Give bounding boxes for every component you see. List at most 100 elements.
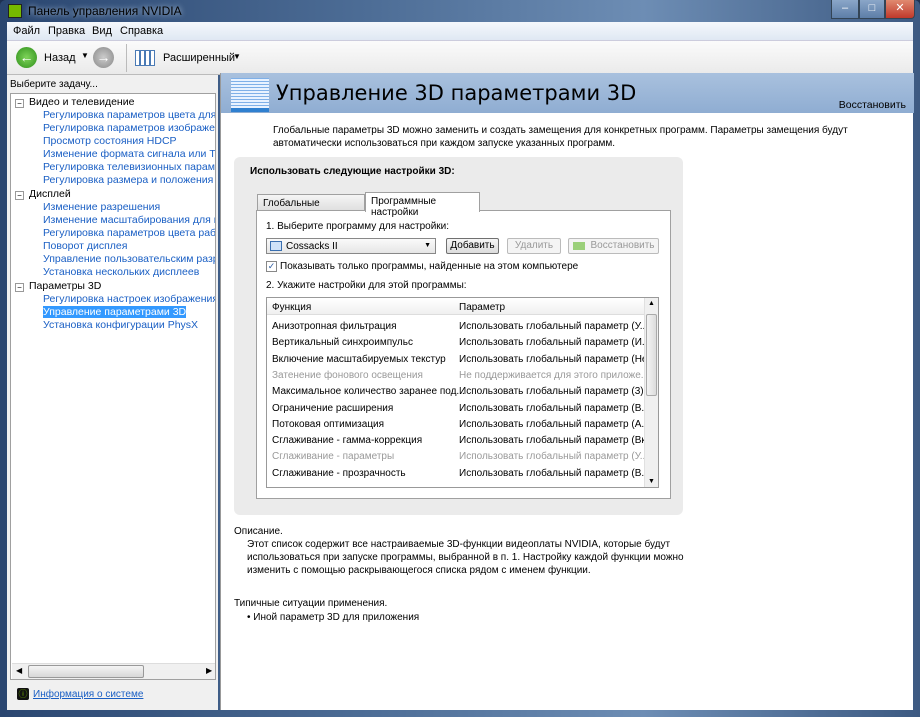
toolbar-divider: [126, 44, 127, 72]
function-cell: Сглаживание - параметры: [272, 451, 395, 463]
scroll-down-icon[interactable]: ▼: [648, 478, 655, 485]
program-value: Cossacks II: [286, 241, 338, 252]
settings-group: Использовать следующие настройки 3D: Гло…: [234, 157, 683, 515]
tree-item[interactable]: Управление пользовательским разрешением: [43, 253, 215, 265]
menu-edit[interactable]: Правка: [48, 25, 85, 37]
table-row[interactable]: Сглаживание - параметры Использовать глоб…: [267, 448, 648, 464]
back-dropdown-icon[interactable]: ▼: [81, 51, 89, 60]
add-program-button[interactable]: Добавить: [446, 238, 499, 254]
collapse-icon[interactable]: −: [15, 283, 24, 292]
restore-defaults-link[interactable]: Восстановить: [839, 99, 906, 111]
parameter-cell[interactable]: Использовать глобальный параметр (Нет): [459, 354, 655, 365]
close-button[interactable]: ✕: [885, 0, 915, 19]
nvidia-icon: [573, 242, 585, 250]
tree-item[interactable]: Регулировка настроек изображения с просм…: [43, 293, 215, 305]
view-dropdown-icon[interactable]: ▼: [233, 52, 241, 61]
group-label: Использовать следующие настройки 3D:: [250, 166, 455, 177]
tree-item[interactable]: Изменение масштабирования для мониторов: [43, 214, 215, 226]
function-cell: Затенение фонового освещения: [272, 369, 423, 381]
scroll-up-icon[interactable]: ▲: [648, 300, 655, 307]
scroll-left-icon[interactable]: ◀: [16, 666, 22, 675]
tree-item[interactable]: Регулировка параметров цвета для видео: [43, 109, 215, 121]
tab-program-settings[interactable]: Программные настройки: [365, 192, 480, 218]
parameter-cell[interactable]: Использовать глобальный параметр (А...: [459, 419, 650, 430]
minimize-button[interactable]: –: [831, 0, 859, 19]
intro-text: Глобальные параметры 3D можно заменить и…: [273, 125, 848, 149]
table-row[interactable]: Максимальное количество заранее под... Ис…: [267, 383, 644, 399]
parameter-cell[interactable]: Не поддерживается для этого приложе...: [459, 370, 649, 381]
tree-item[interactable]: Регулировка размера и положения экрана: [43, 174, 215, 186]
tree-item[interactable]: Просмотр состояния HDCP: [43, 135, 177, 147]
parameter-cell[interactable]: Использовать глобальный параметр (Вкл): [459, 435, 655, 446]
function-cell: Сглаживание - гамма-коррекция: [272, 435, 423, 447]
parameter-cell[interactable]: Использовать глобальный параметр (И...: [459, 337, 650, 348]
scroll-right-icon[interactable]: ▶: [206, 666, 212, 675]
table-row[interactable]: Вертикальный синхроимпульс Использовать г…: [267, 334, 650, 350]
parameter-cell[interactable]: Использовать глобальный параметр (3): [459, 386, 644, 397]
horizontal-scrollbar[interactable]: ◀ ▶: [12, 663, 215, 679]
back-arrow-icon[interactable]: ←: [16, 47, 37, 68]
table-header: Функция Параметр: [267, 299, 644, 315]
step2-label: 2. Укажите настройки для этой программы:: [266, 280, 467, 291]
view-mode-button[interactable]: Расширенный: [163, 52, 235, 64]
menu-view[interactable]: Вид: [92, 25, 112, 37]
scroll-thumb[interactable]: [646, 314, 657, 396]
settings-table: Функция Параметр Анизотропная фильтрация…: [266, 297, 659, 488]
table-row[interactable]: Сглаживание - гамма-коррекция Использоват…: [267, 432, 655, 448]
tree-item[interactable]: Регулировка параметров изображения для в…: [43, 122, 215, 134]
tree-item[interactable]: Поворот дисплея: [43, 240, 127, 252]
menu-help[interactable]: Справка: [120, 25, 163, 37]
tree-item[interactable]: Изменение формата сигнала или ТВЧ: [43, 148, 215, 160]
step1-label: 1. Выберите программу для настройки:: [266, 221, 450, 232]
table-row[interactable]: Включение масштабируемых текстур Использо…: [267, 351, 655, 367]
table-row[interactable]: Сглаживание - прозрачность Использовать г…: [267, 465, 650, 481]
function-cell: Анизотропная фильтрация: [272, 321, 397, 332]
column-header-function[interactable]: Функция: [272, 302, 311, 313]
column-header-parameter[interactable]: Параметр: [459, 302, 505, 313]
table-row[interactable]: Потоковая оптимизация Использовать глобал…: [267, 416, 650, 432]
tree-item[interactable]: Регулировка параметров цвета рабочего ст…: [43, 227, 215, 239]
parameter-cell[interactable]: Использовать глобальный параметр (У...: [459, 451, 648, 462]
tab-global-settings[interactable]: Глобальные параметры: [257, 194, 365, 220]
page-header: Управление 3D параметрами 3D Восстановит…: [221, 73, 914, 113]
collapse-icon[interactable]: −: [15, 191, 24, 200]
collapse-icon[interactable]: −: [15, 99, 24, 108]
parameter-cell[interactable]: Использовать глобальный параметр (В...: [459, 468, 650, 479]
forward-arrow-icon[interactable]: →: [93, 47, 114, 68]
function-cell: Сглаживание - прозрачность: [272, 467, 406, 479]
view-mode-icon[interactable]: [135, 50, 155, 66]
back-button[interactable]: Назад: [44, 52, 76, 64]
table-row[interactable]: Ограничение расширения Использовать глоба…: [267, 400, 650, 416]
tree-item[interactable]: Изменение разрешения: [43, 201, 160, 213]
table-row[interactable]: Затенение фонового освещения Не поддержив…: [267, 367, 649, 383]
table-row[interactable]: Анизотропная фильтрация Использовать глоб…: [267, 318, 648, 334]
parameter-cell[interactable]: Использовать глобальный параметр (В...: [459, 403, 650, 414]
description-label: Описание.: [234, 526, 283, 537]
show-only-checkbox[interactable]: ✓: [266, 261, 277, 272]
title-bar[interactable]: Панель управления NVIDIA – □ ✕: [0, 0, 920, 22]
vertical-scrollbar[interactable]: ▲ ▼: [644, 298, 658, 487]
parameter-cell[interactable]: Использовать глобальный параметр (У...: [459, 321, 648, 332]
tree-item[interactable]: Установка нескольких дисплеев: [43, 266, 199, 278]
tree-category-3d[interactable]: Параметры 3D: [29, 280, 101, 292]
description-text: Этот список содержит все настраиваемые 3…: [247, 539, 684, 576]
program-icon: [270, 241, 282, 251]
menu-file[interactable]: Файл: [13, 25, 40, 37]
tree-category-display[interactable]: Дисплей: [29, 188, 71, 200]
menu-bar: Файл Правка Вид Справка: [7, 22, 913, 41]
system-info-link[interactable]: Информация о системе: [33, 689, 143, 700]
maximize-button[interactable]: □: [859, 0, 885, 19]
restore-program-button[interactable]: Восстановить: [568, 238, 659, 254]
program-select[interactable]: Cossacks II ▼: [266, 238, 436, 254]
tree-item[interactable]: Установка конфигурации PhysX: [43, 319, 198, 331]
tree-item[interactable]: Регулировка телевизионных параметров: [43, 161, 215, 173]
function-cell: Ограничение расширения: [272, 402, 394, 414]
remove-program-button[interactable]: Удалить: [507, 238, 561, 254]
restore-program-label: Восстановить: [590, 240, 655, 251]
nvidia-app-icon: [8, 4, 22, 18]
tree-item-selected[interactable]: Управление параметрами 3D: [43, 306, 187, 318]
scroll-thumb[interactable]: [28, 665, 144, 678]
content-pane: Управление 3D параметрами 3D Восстановит…: [220, 73, 914, 710]
function-cell: Включение масштабируемых текстур: [272, 353, 446, 365]
tree-category-video[interactable]: Видео и телевидение: [29, 96, 134, 108]
